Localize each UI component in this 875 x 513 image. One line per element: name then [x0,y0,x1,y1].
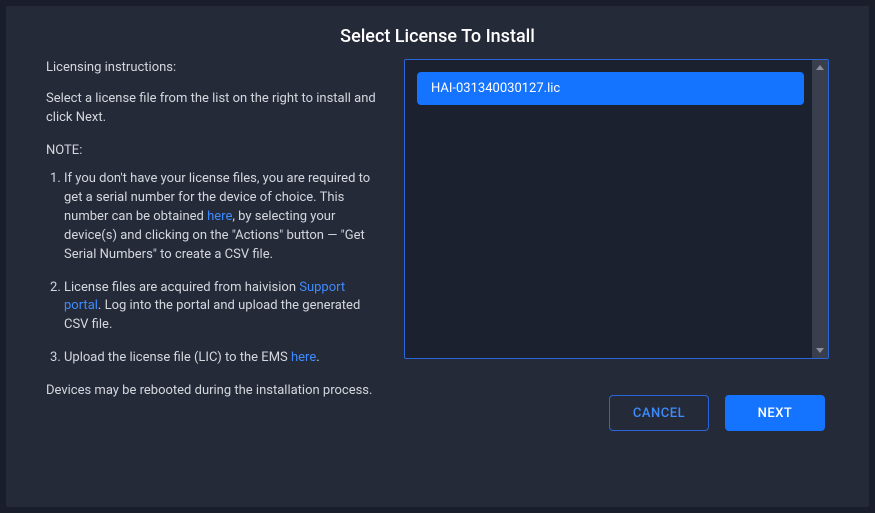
instruction-3-text-pre: Upload the license file (LIC) to the EMS [64,350,291,365]
right-panel: HAI-031340030127.lic CANCEL NEXT [404,59,829,431]
dialog-buttons: CANCEL NEXT [404,395,829,431]
dialog-title: Select License To Install [6,6,869,59]
scroll-down-icon[interactable] [816,348,824,353]
listbox-scrollbar[interactable] [812,60,828,358]
license-file-listbox[interactable]: HAI-031340030127.lic [404,59,829,359]
scroll-up-icon[interactable] [816,65,824,70]
instruction-item-1: If you don't have your license files, yo… [64,170,376,264]
reboot-warning: Devices may be rebooted during the insta… [46,382,376,401]
cancel-button[interactable]: CANCEL [609,395,709,431]
instruction-3-text-post: . [316,350,319,365]
license-install-dialog: Select License To Install Licensing inst… [6,6,869,507]
instructions-intro: Select a license file from the list on t… [46,90,376,128]
instructions-heading: Licensing instructions: [46,59,376,78]
instruction-item-2: License files are acquired from haivisio… [64,279,376,336]
instructions-panel: Licensing instructions: Select a license… [46,59,376,431]
instruction-2-text-pre: License files are acquired from haivisio… [64,280,299,295]
license-file-item[interactable]: HAI-031340030127.lic [417,72,804,105]
instruction-item-3: Upload the license file (LIC) to the EMS… [64,349,376,368]
ems-upload-link[interactable]: here [291,350,316,365]
instruction-2-text-post: . Log into the portal and upload the gen… [64,298,360,332]
next-button[interactable]: NEXT [725,395,825,431]
serial-number-link[interactable]: here [207,209,232,224]
instructions-list: If you don't have your license files, yo… [46,170,376,368]
note-label: NOTE: [46,142,376,161]
dialog-body: Licensing instructions: Select a license… [6,59,869,431]
